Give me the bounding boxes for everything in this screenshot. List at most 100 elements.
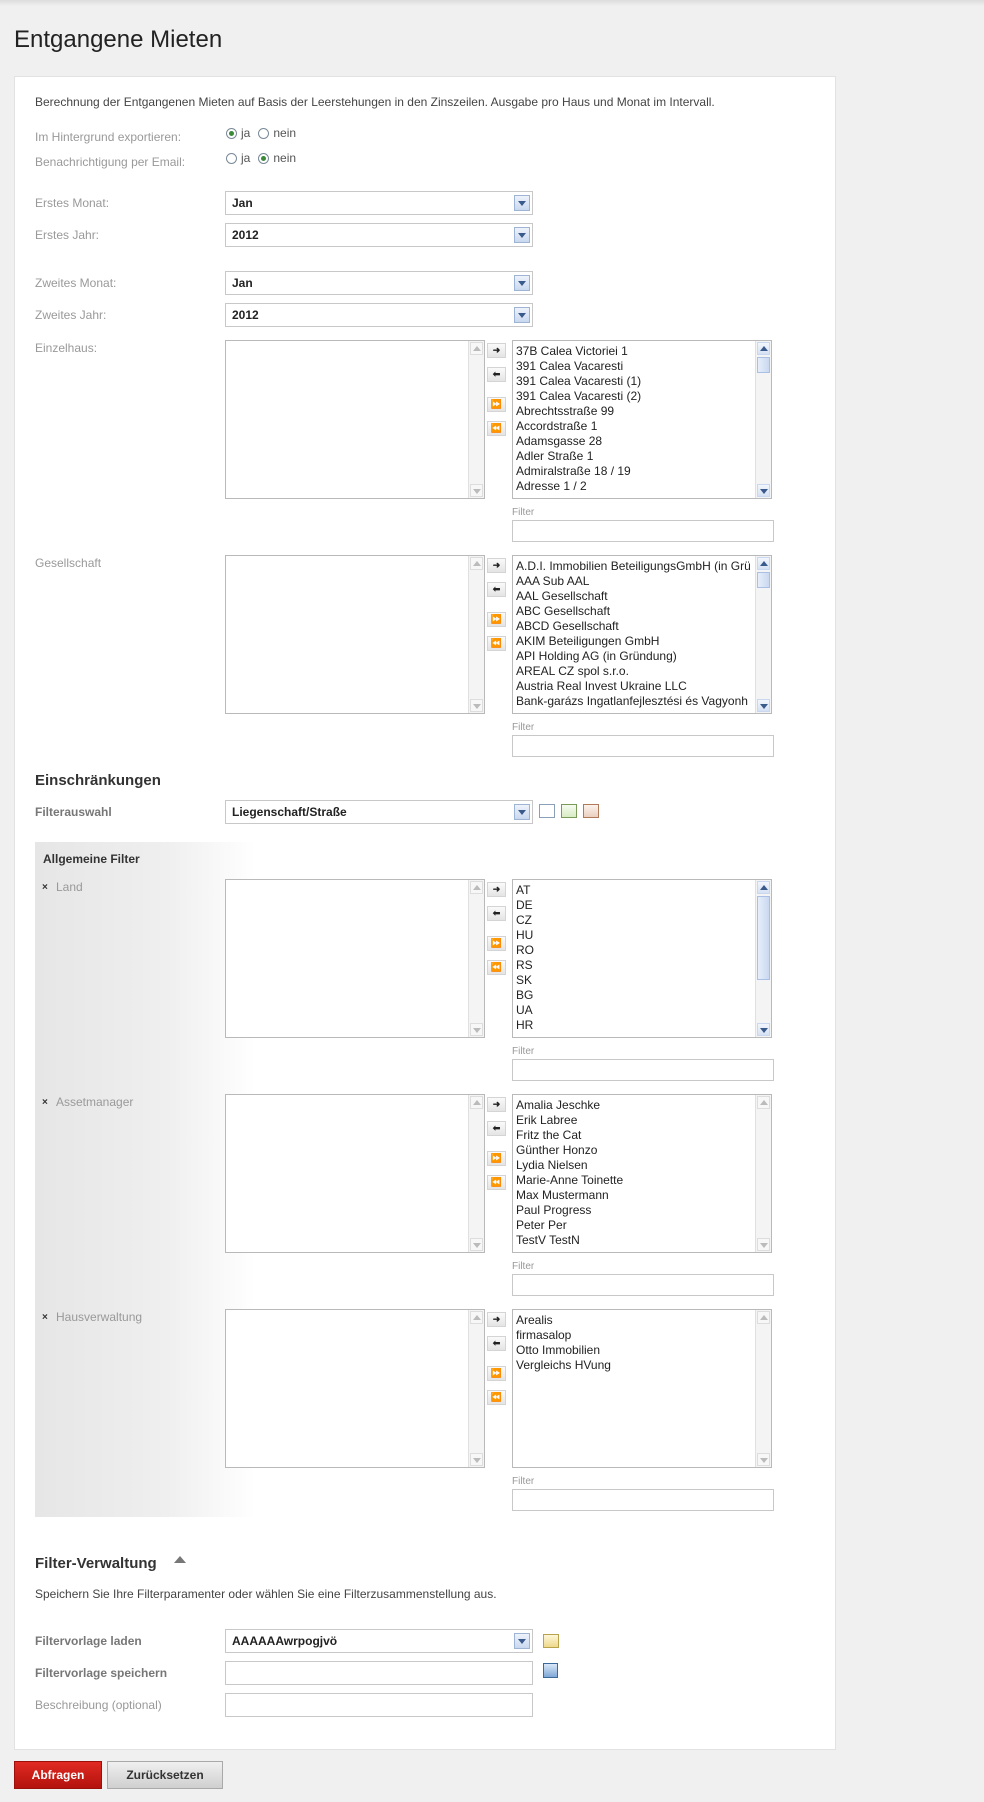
export-bg-yes-radio[interactable] xyxy=(226,127,237,139)
gesellschaft-available-list[interactable]: A.D.I. Immobilien BeteiligungsGmbH (in G… xyxy=(512,555,772,714)
assetmanager-remove-button[interactable]: ⬅ xyxy=(487,1121,506,1136)
second-month-select[interactable]: Jan xyxy=(225,271,533,295)
reset-button[interactable]: Zurücksetzen xyxy=(107,1761,223,1789)
einzelhaus-selected-list[interactable] xyxy=(225,340,485,499)
add-filter-icon[interactable] xyxy=(539,804,555,818)
list-item[interactable]: DE xyxy=(516,898,753,913)
collapse-up-icon[interactable] xyxy=(174,1556,186,1563)
einzelhaus-filter-input[interactable] xyxy=(512,520,774,542)
gesellschaft-add-button[interactable]: ➜ xyxy=(487,558,506,573)
list-item[interactable]: 391 Calea Vacaresti (1) xyxy=(516,374,753,389)
list-item[interactable]: CZ xyxy=(516,913,753,928)
list-item[interactable]: Adresse 1 / 2 xyxy=(516,479,753,494)
email-notify-no-radio[interactable] xyxy=(258,152,270,164)
first-month-select[interactable]: Jan xyxy=(225,191,533,215)
land-available-list[interactable]: AT DE CZ HU RO RS SK BG UA HR xyxy=(512,879,772,1038)
first-year-select[interactable]: 2012 xyxy=(225,223,533,247)
list-item[interactable]: Austria Real Invest Ukraine LLC xyxy=(516,679,753,694)
remove-hausverwaltung-icon[interactable]: × xyxy=(42,1312,48,1323)
list-item[interactable]: 391 Calea Vacaresti (2) xyxy=(516,389,753,404)
scrollbar[interactable] xyxy=(755,341,771,498)
list-item[interactable]: Günther Honzo xyxy=(516,1143,753,1158)
list-item[interactable]: API Holding AG (in Gründung) xyxy=(516,649,753,664)
list-item[interactable]: firmasalop xyxy=(516,1328,753,1343)
filter-select[interactable]: Liegenschaft/Straße xyxy=(225,800,533,824)
scrollbar[interactable] xyxy=(468,1095,484,1252)
hausverwaltung-add-button[interactable]: ➜ xyxy=(487,1312,506,1327)
scrollbar[interactable] xyxy=(468,1310,484,1467)
hausverwaltung-remove-all-button[interactable]: ⏪ xyxy=(487,1390,506,1405)
einzelhaus-add-all-button[interactable]: ⏩ xyxy=(487,397,506,412)
list-item[interactable]: A.D.I. Immobilien BeteiligungsGmbH (in G… xyxy=(516,559,753,574)
export-bg-no-radio[interactable] xyxy=(258,127,270,139)
land-remove-button[interactable]: ⬅ xyxy=(487,906,506,921)
list-item[interactable]: TestV TestN xyxy=(516,1233,753,1248)
einzelhaus-remove-button[interactable]: ⬅ xyxy=(487,367,506,382)
list-item[interactable]: Max Mustermann xyxy=(516,1188,753,1203)
load-template-icon[interactable] xyxy=(543,1634,559,1648)
save-disk-icon[interactable] xyxy=(543,1663,558,1678)
assetmanager-available-list[interactable]: Amalia Jeschke Erik Labree Fritz the Cat Gü… xyxy=(512,1094,772,1253)
assetmanager-add-all-button[interactable]: ⏩ xyxy=(487,1151,506,1166)
list-item[interactable]: Adamsgasse 28 xyxy=(516,434,753,449)
einzelhaus-add-button[interactable]: ➜ xyxy=(487,343,506,358)
list-item[interactable]: BG xyxy=(516,988,753,1003)
land-add-button[interactable]: ➜ xyxy=(487,882,506,897)
list-item[interactable]: Peter Per xyxy=(516,1218,753,1233)
second-year-select[interactable]: 2012 xyxy=(225,303,533,327)
scrollbar[interactable] xyxy=(468,556,484,713)
template-load-select[interactable]: AAAAAAwrpogjvö xyxy=(225,1629,533,1653)
hausverwaltung-remove-button[interactable]: ⬅ xyxy=(487,1336,506,1351)
list-item[interactable]: UA xyxy=(516,1003,753,1018)
list-item[interactable]: HU xyxy=(516,928,753,943)
list-item[interactable]: RO xyxy=(516,943,753,958)
list-item[interactable]: 37B Calea Victoriei 1 xyxy=(516,344,753,359)
list-item[interactable]: SK xyxy=(516,973,753,988)
list-item[interactable]: Accordstraße 1 xyxy=(516,419,753,434)
gesellschaft-filter-input[interactable] xyxy=(512,735,774,757)
assetmanager-add-button[interactable]: ➜ xyxy=(487,1097,506,1112)
list-item[interactable]: AKIM Beteiligungen GmbH xyxy=(516,634,753,649)
list-item[interactable]: Bank-garázs Ingatlanfejlesztési és Vagyo… xyxy=(516,694,753,709)
list-item[interactable]: 391 Calea Vacaresti xyxy=(516,359,753,374)
hausverwaltung-available-list[interactable]: Arealis firmasalop Otto Immobilien Vergleic… xyxy=(512,1309,772,1468)
einzelhaus-remove-all-button[interactable]: ⏪ xyxy=(487,421,506,436)
land-selected-list[interactable] xyxy=(225,879,485,1038)
land-filter-input[interactable] xyxy=(512,1059,774,1081)
list-item[interactable]: Paul Progress xyxy=(516,1203,753,1218)
scrollbar[interactable] xyxy=(755,556,771,713)
list-item[interactable]: Abrechtsstraße 99 xyxy=(516,404,753,419)
einzelhaus-available-list[interactable]: 37B Calea Victoriei 1 391 Calea Vacaresti… xyxy=(512,340,772,499)
list-item[interactable]: Vergleichs HVung xyxy=(516,1358,753,1373)
list-item[interactable]: Amalia Jeschke xyxy=(516,1098,753,1113)
assetmanager-filter-input[interactable] xyxy=(512,1274,774,1296)
list-item[interactable]: Erik Labree xyxy=(516,1113,753,1128)
gesellschaft-selected-list[interactable] xyxy=(225,555,485,714)
land-add-all-button[interactable]: ⏩ xyxy=(487,936,506,951)
list-item[interactable]: Lydia Nielsen xyxy=(516,1158,753,1173)
list-item[interactable]: RS xyxy=(516,958,753,973)
list-item[interactable]: AREAL CZ spol s.r.o. xyxy=(516,664,753,679)
list-item[interactable]: ABC Gesellschaft xyxy=(516,604,753,619)
save-filter-icon[interactable] xyxy=(561,804,577,818)
hausverwaltung-filter-input[interactable] xyxy=(512,1489,774,1511)
hausverwaltung-add-all-button[interactable]: ⏩ xyxy=(487,1366,506,1381)
description-optional-input[interactable] xyxy=(225,1693,533,1717)
scrollbar[interactable] xyxy=(755,1095,771,1252)
list-item[interactable]: AAA Sub AAL xyxy=(516,574,753,589)
list-item[interactable]: Otto Immobilien xyxy=(516,1343,753,1358)
scrollbar[interactable] xyxy=(468,341,484,498)
remove-land-icon[interactable]: × xyxy=(42,882,48,893)
submit-button[interactable]: Abfragen xyxy=(14,1761,102,1789)
list-item[interactable]: Adler Straße 1 xyxy=(516,449,753,464)
list-item[interactable]: AT xyxy=(516,883,753,898)
gesellschaft-remove-button[interactable]: ⬅ xyxy=(487,582,506,597)
list-item[interactable]: Admiralstraße 18 / 19 xyxy=(516,464,753,479)
list-item[interactable]: HR xyxy=(516,1018,753,1033)
remove-assetmanager-icon[interactable]: × xyxy=(42,1097,48,1108)
list-item[interactable]: Marie-Anne Toinette xyxy=(516,1173,753,1188)
delete-filter-icon[interactable] xyxy=(583,804,599,818)
list-item[interactable]: AAL Gesellschaft xyxy=(516,589,753,604)
assetmanager-selected-list[interactable] xyxy=(225,1094,485,1253)
scrollbar[interactable] xyxy=(755,880,771,1037)
